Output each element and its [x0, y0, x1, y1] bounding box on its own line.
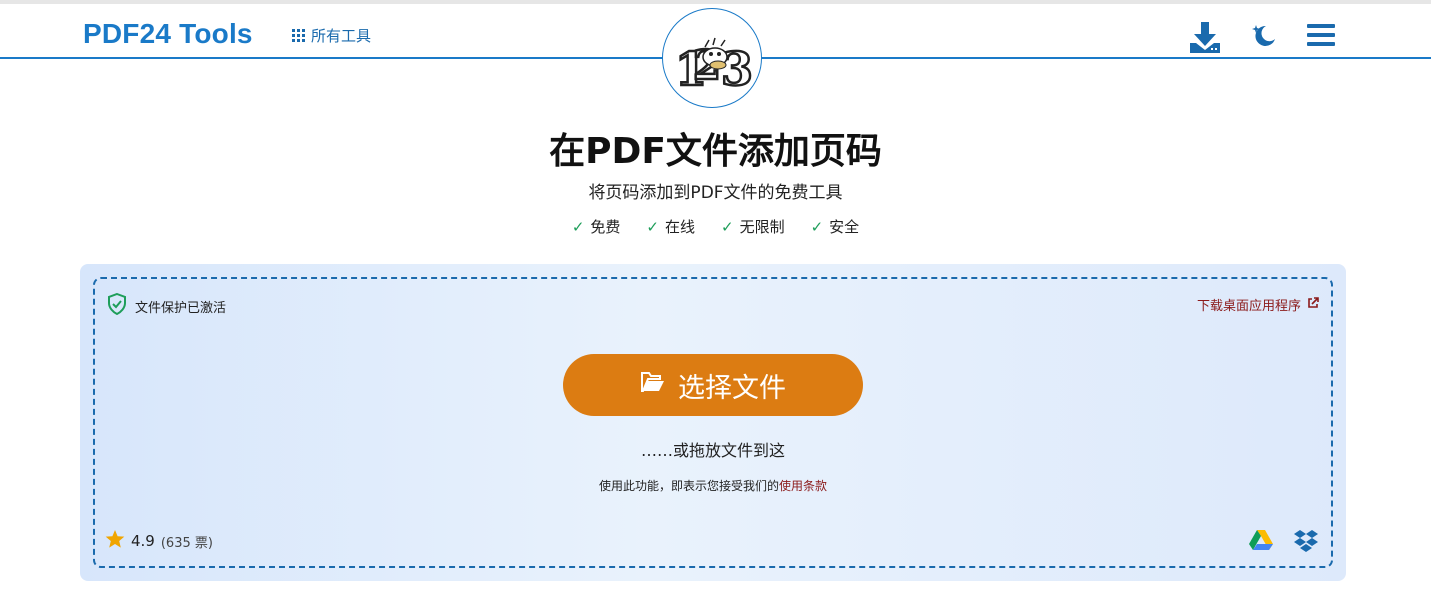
moon-icon[interactable]	[1250, 21, 1278, 53]
check-icon: ✓	[646, 218, 659, 236]
page-subtitle: 将页码添加到PDF文件的免费工具	[588, 183, 843, 203]
all-tools-menu[interactable]: 所有工具	[292, 25, 371, 46]
check-icon: ✓	[571, 218, 585, 236]
rating-votes: (635 票)	[160, 535, 213, 551]
terms-notice: 使用此功能，即表示您接受我们的使用条款	[95, 477, 1331, 494]
drop-hint: ……或拖放文件到这	[640, 441, 785, 460]
terms-prefix: 使用此功能，即表示您接受我们的	[598, 479, 779, 493]
choose-file-button[interactable]: 选择文件	[563, 354, 863, 416]
all-tools-label: 所有工具	[311, 27, 372, 45]
page-numbers-logo: 1 3 2	[662, 8, 762, 108]
hamburger-icon[interactable]	[1307, 23, 1335, 51]
external-link-icon	[1307, 296, 1319, 313]
desktop-app-label: 下载桌面应用程序	[1196, 299, 1301, 314]
terms-link[interactable]: 使用条款	[779, 479, 827, 493]
rating-value: 4.9	[131, 532, 155, 550]
check-icon: ✓	[810, 218, 824, 236]
feature-item: ✓ 无限制	[721, 218, 785, 236]
folder-open-icon	[640, 370, 666, 401]
protection-label: 文件保护已激活	[135, 300, 227, 316]
file-dropzone[interactable]: 文件保护已激活 下载桌面应用程序 选择文件 ……或拖放文件到这 使用此功能，即表…	[93, 277, 1333, 568]
choose-file-label: 选择文件	[678, 372, 786, 403]
upload-panel: 文件保护已激活 下载桌面应用程序 选择文件 ……或拖放文件到这 使用此功能，即表…	[80, 264, 1346, 581]
feature-list: ✓ 免费 ✓ 在线 ✓ 无限制 ✓ 安全	[0, 216, 1431, 237]
page-title: 在PDF文件添加页码	[549, 131, 882, 172]
dropbox-icon[interactable]	[1293, 529, 1319, 557]
feature-item: ✓ 免费	[571, 218, 621, 236]
grid-icon	[292, 29, 305, 42]
feature-item: ✓ 在线	[646, 218, 695, 236]
desktop-app-link[interactable]: 下载桌面应用程序	[1197, 295, 1319, 314]
rating[interactable]: 4.9 (635 票)	[105, 529, 213, 553]
shield-check-icon	[107, 292, 127, 319]
feature-item: ✓ 安全	[810, 218, 860, 236]
svg-text:3: 3	[721, 42, 753, 96]
google-drive-icon[interactable]	[1248, 529, 1274, 555]
star-icon	[105, 529, 125, 553]
download-icon[interactable]	[1188, 21, 1222, 59]
check-icon: ✓	[721, 218, 734, 236]
file-protection-status: 文件保护已激活	[107, 292, 227, 319]
brand-logo-text[interactable]: PDF24 Tools	[83, 18, 253, 50]
